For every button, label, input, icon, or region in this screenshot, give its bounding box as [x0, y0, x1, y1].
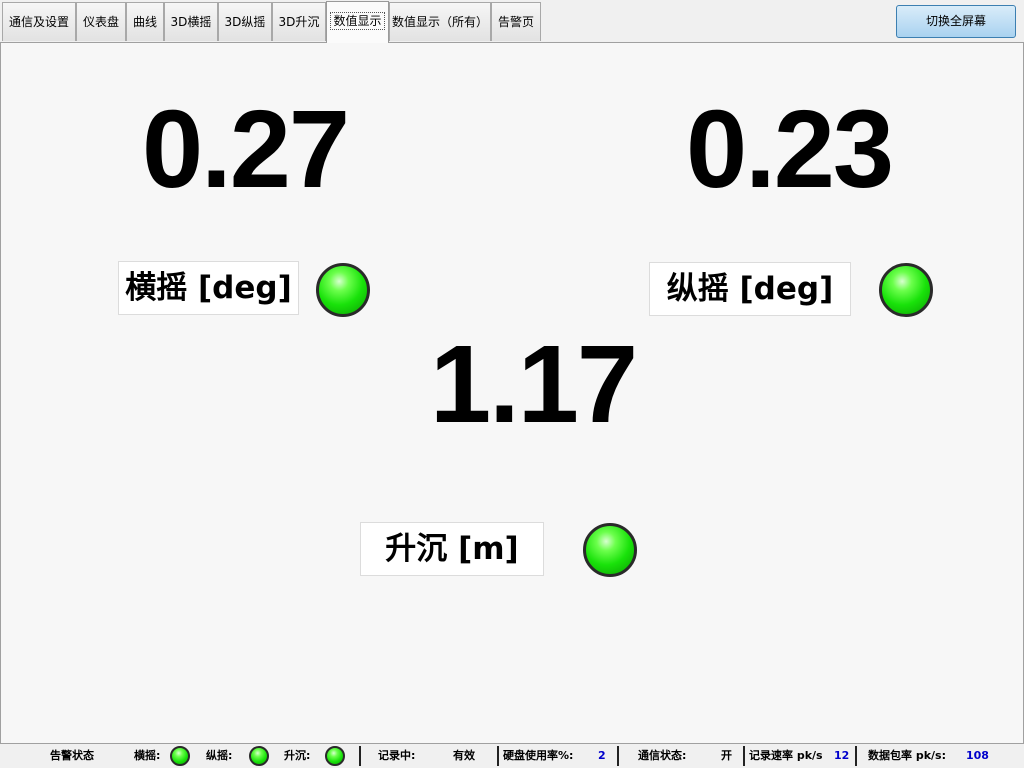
tab-alarm[interactable]: 告警页: [491, 2, 541, 41]
comm-status-label: 通信状态:: [638, 749, 687, 762]
heave-value: 1.17: [429, 323, 638, 446]
disk-usage-value: 2: [598, 749, 606, 762]
numeric-display-panel: 0.27 横摇 [deg] 0.23 纵摇 [deg] 1.17 升沉 [m]: [0, 42, 1024, 744]
tab-3d-pitch[interactable]: 3D纵摇: [218, 2, 272, 41]
status-divider: [359, 746, 361, 766]
pitch-alarm-led: [249, 746, 269, 766]
tab-label: 3D升沉: [278, 15, 320, 29]
disk-usage-label: 硬盘使用率%:: [503, 749, 574, 762]
tab-label: 3D纵摇: [224, 15, 266, 29]
record-rate-value: 12: [834, 749, 850, 762]
tab-3d-heave[interactable]: 3D升沉: [272, 2, 326, 41]
tab-numeric-display[interactable]: 数值显示: [326, 1, 389, 43]
roll-value: 0.27: [141, 88, 350, 211]
alarm-status-title: 告警状态: [50, 749, 94, 762]
pitch-label: 纵摇 [deg]: [649, 262, 851, 316]
status-divider: [855, 746, 857, 766]
roll-alarm-label: 横摇:: [134, 749, 161, 762]
packet-rate-value: 108: [966, 749, 989, 762]
tab-dashboard[interactable]: 仪表盘: [76, 2, 126, 41]
packet-rate-label: 数据包率 pk/s:: [868, 749, 946, 762]
status-divider: [617, 746, 619, 766]
status-bar: 告警状态 横摇: 纵摇: 升沉: 记录中: 有效 硬盘使用率%: 2 通信状态:…: [0, 744, 1024, 768]
tab-label: 数值显示: [330, 12, 385, 30]
tab-label: 曲线: [132, 15, 157, 29]
tab-curves[interactable]: 曲线: [126, 2, 164, 41]
toggle-fullscreen-button[interactable]: 切换全屏幕: [896, 5, 1016, 38]
pitch-value: 0.23: [685, 88, 894, 211]
tab-numeric-display-all[interactable]: 数值显示（所有）: [389, 2, 491, 41]
heave-alarm-label: 升沉:: [284, 749, 311, 762]
tab-comm-settings[interactable]: 通信及设置: [2, 2, 76, 41]
comm-status-value: 开: [721, 749, 732, 762]
status-divider: [743, 746, 745, 766]
heave-label: 升沉 [m]: [360, 522, 544, 576]
tab-label: 3D横摇: [170, 15, 212, 29]
status-divider: [497, 746, 499, 766]
heave-alarm-led: [325, 746, 345, 766]
roll-alarm-led: [170, 746, 190, 766]
recording-value: 有效: [453, 749, 475, 762]
pitch-status-led: [879, 263, 933, 317]
roll-status-led: [316, 263, 370, 317]
heave-status-led: [583, 523, 637, 577]
tab-label: 通信及设置: [8, 15, 69, 29]
roll-label: 横摇 [deg]: [118, 261, 299, 315]
tab-3d-roll[interactable]: 3D横摇: [164, 2, 218, 41]
tab-bar: 通信及设置 仪表盘 曲线 3D横摇 3D纵摇 3D升沉 数值显示 数值显示（所有…: [0, 0, 1024, 43]
tab-label: 数值显示（所有）: [391, 15, 488, 29]
recording-label: 记录中:: [378, 749, 416, 762]
record-rate-label: 记录速率 pk/s: [749, 749, 823, 762]
tab-label: 告警页: [497, 15, 534, 29]
tab-label: 仪表盘: [82, 15, 119, 29]
pitch-alarm-label: 纵摇:: [206, 749, 233, 762]
